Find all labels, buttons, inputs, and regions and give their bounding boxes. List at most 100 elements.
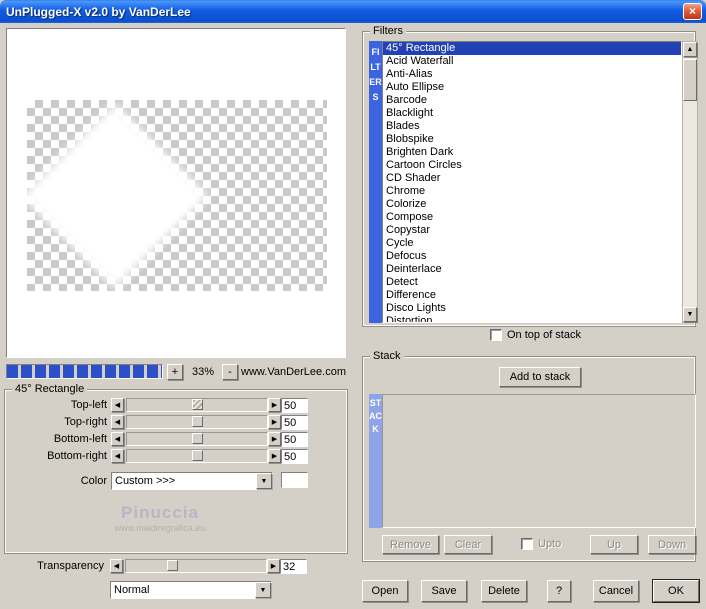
color-label: Color: [7, 472, 107, 490]
slider-value-input[interactable]: [281, 432, 308, 447]
zoom-in-button[interactable]: +: [167, 364, 183, 380]
diamond-shape: [27, 103, 209, 289]
slider-right-arrow[interactable]: ▶: [268, 398, 281, 412]
filter-list-item[interactable]: Anti-Alias: [383, 68, 681, 81]
clear-button[interactable]: Clear: [444, 535, 492, 554]
ok-button[interactable]: OK: [653, 580, 699, 602]
on-top-label[interactable]: On top of stack: [507, 329, 581, 341]
filter-list-item[interactable]: Difference: [383, 289, 681, 302]
filter-list-item[interactable]: Cycle: [383, 237, 681, 250]
filter-list-item[interactable]: Defocus: [383, 250, 681, 263]
slider-right-arrow[interactable]: ▶: [268, 449, 281, 463]
slider-value-input[interactable]: [281, 415, 308, 430]
slider-right-arrow[interactable]: ▶: [267, 559, 280, 573]
transparency-track[interactable]: [125, 559, 267, 573]
filters-group: Filters FILTERS 45° RectangleAcid Waterf…: [362, 31, 696, 327]
filter-list-item[interactable]: Colorize: [383, 198, 681, 211]
close-button[interactable]: ×: [683, 3, 702, 20]
zoom-level: 33%: [187, 366, 219, 378]
slider-thumb[interactable]: [192, 433, 203, 444]
filter-list-item[interactable]: Blades: [383, 120, 681, 133]
watermark-url: www.maidiregrafica.eu: [35, 523, 285, 533]
filter-list-item[interactable]: Chrome: [383, 185, 681, 198]
preview-image: [27, 100, 327, 291]
filter-list-item[interactable]: Distortion: [383, 315, 681, 323]
slider-value-input[interactable]: [281, 449, 308, 464]
stack-group-title: Stack: [370, 350, 404, 362]
stack-group: Stack Add to stack STACK Remove Clear Up…: [362, 356, 696, 562]
save-button[interactable]: Save: [421, 580, 467, 602]
transparency-thumb[interactable]: [167, 560, 178, 571]
filter-list-item[interactable]: Blobspike: [383, 133, 681, 146]
color-select-value: Custom >>>: [112, 473, 256, 489]
transparency-value-input[interactable]: [280, 559, 307, 574]
slider-left-arrow[interactable]: ◀: [110, 559, 123, 573]
slider-label: Top-right: [7, 415, 107, 430]
remove-button[interactable]: Remove: [382, 535, 439, 554]
blend-mode-value: Normal: [111, 582, 255, 598]
add-to-stack-button[interactable]: Add to stack: [499, 367, 581, 387]
filters-vertical-banner: FILTERS: [369, 41, 382, 323]
filter-list-item[interactable]: 45° Rectangle: [383, 42, 681, 55]
watermark-name: Pinuccia: [35, 503, 285, 523]
down-button[interactable]: Down: [648, 535, 696, 554]
delete-button[interactable]: Delete: [481, 580, 527, 602]
filter-list-item[interactable]: Barcode: [383, 94, 681, 107]
cancel-button[interactable]: Cancel: [593, 580, 639, 602]
scroll-down-icon[interactable]: ▼: [683, 307, 697, 322]
filter-list-item[interactable]: Blacklight: [383, 107, 681, 120]
filter-list-item[interactable]: Copystar: [383, 224, 681, 237]
slider-track[interactable]: [126, 432, 268, 446]
filter-list-item[interactable]: Disco Lights: [383, 302, 681, 315]
transparency-row: Transparency ◀ ▶: [0, 559, 348, 575]
filter-list-item[interactable]: Cartoon Circles: [383, 159, 681, 172]
filter-list-item[interactable]: CD Shader: [383, 172, 681, 185]
slider-left-arrow[interactable]: ◀: [111, 398, 124, 412]
scrollbar-thumb[interactable]: [683, 59, 697, 101]
filter-list-item[interactable]: Compose: [383, 211, 681, 224]
slider-track[interactable]: [126, 449, 268, 463]
color-swatch[interactable]: [281, 472, 308, 488]
window-title: UnPlugged-X v2.0 by VanDerLee: [0, 5, 191, 19]
on-top-checkbox[interactable]: [490, 329, 502, 341]
filter-list-item[interactable]: Detect: [383, 276, 681, 289]
blend-mode-select[interactable]: Normal ▼: [110, 581, 272, 599]
filter-list-item[interactable]: Brighten Dark: [383, 146, 681, 159]
upto-checkbox[interactable]: [521, 538, 533, 550]
zoom-out-button[interactable]: -: [222, 364, 238, 380]
chevron-down-icon[interactable]: ▼: [255, 582, 271, 598]
filter-list-item[interactable]: Auto Ellipse: [383, 81, 681, 94]
filter-list: 45° RectangleAcid WaterfallAnti-AliasAut…: [382, 41, 682, 323]
slider-thumb[interactable]: [192, 450, 203, 461]
vendor-website-link[interactable]: www.VanDerLee.com: [240, 366, 346, 378]
filters-vertical-label: FILTERS: [369, 41, 382, 105]
close-icon: ×: [689, 4, 696, 18]
slider-right-arrow[interactable]: ▶: [268, 415, 281, 429]
slider-left-arrow[interactable]: ◀: [111, 415, 124, 429]
slider-right-arrow[interactable]: ▶: [268, 432, 281, 446]
slider-left-arrow[interactable]: ◀: [111, 449, 124, 463]
up-button[interactable]: Up: [590, 535, 638, 554]
stack-vertical-label: STACK: [369, 394, 382, 436]
slider-label: Bottom-right: [7, 449, 107, 464]
chevron-down-icon[interactable]: ▼: [256, 473, 272, 489]
stack-vertical-banner: STACK: [369, 394, 382, 528]
slider-track[interactable]: [126, 398, 268, 412]
slider-left-arrow[interactable]: ◀: [111, 432, 124, 446]
upto-row: Upto: [521, 538, 561, 550]
watermark: Pinuccia www.maidiregrafica.eu: [35, 503, 285, 533]
unplugged-x-dialog: UnPlugged-X v2.0 by VanDerLee × + 33% - …: [0, 0, 706, 609]
preview-pane[interactable]: [6, 28, 346, 358]
slider-track[interactable]: [126, 415, 268, 429]
color-select[interactable]: Custom >>> ▼: [111, 472, 273, 490]
slider-thumb[interactable]: [192, 416, 203, 427]
help-button[interactable]: ?: [547, 580, 571, 602]
open-button[interactable]: Open: [362, 580, 408, 602]
slider-thumb[interactable]: [192, 399, 203, 410]
slider-value-input[interactable]: [281, 398, 308, 413]
filter-list-item[interactable]: Acid Waterfall: [383, 55, 681, 68]
filter-list-scrollbar[interactable]: ▲ ▼: [682, 41, 698, 323]
scroll-up-icon[interactable]: ▲: [683, 42, 697, 57]
filter-list-item[interactable]: Deinterlace: [383, 263, 681, 276]
filters-group-title: Filters: [370, 25, 406, 37]
